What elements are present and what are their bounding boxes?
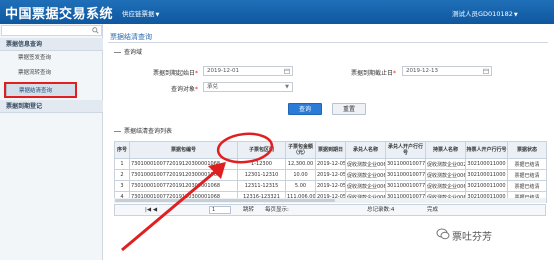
nav-group-maturity-register[interactable]: 票据到期登记 — [0, 100, 103, 113]
pager-nav-buttons[interactable]: |◀ ◀ — [145, 205, 157, 215]
top-header: 中国票据交易系统 供应链票据▼ 测试人员GD010182▼ — [0, 0, 554, 24]
table-cell: 促收测款企业006 — [425, 169, 466, 181]
page-title: 票据结清查询 — [110, 33, 152, 41]
nav-item-issue-query[interactable]: 票据签发查询 — [0, 51, 103, 65]
page-number-input[interactable]: 1 — [209, 206, 231, 214]
page-size-label: 每页显示: — [265, 207, 289, 213]
query-section-label: 查询域 — [124, 49, 143, 56]
table-cell: 301100010077 — [385, 180, 426, 192]
end-date-input[interactable]: 2019-12-13 — [402, 66, 492, 76]
table-cell: 302100011000 — [465, 169, 508, 181]
table-cell: 票据已结清 — [507, 169, 547, 181]
table-cell: 7301000100772019120300001068 — [129, 169, 238, 181]
scrollbar-thumb[interactable] — [115, 199, 335, 202]
table-cell: 促收测款企业006 — [345, 158, 386, 170]
table-cell: 促收测款企业002 — [425, 158, 466, 170]
column-header[interactable]: 票据到期日 — [315, 141, 346, 159]
sidebar-highlight-box — [4, 82, 77, 98]
caret-down-icon: ▼ — [155, 12, 160, 18]
start-date-value: 2019-12-01 — [207, 68, 239, 74]
table-cell: 7301000100772019120300001068 — [129, 158, 238, 170]
nav-group-bill-info[interactable]: 票据信息查询 — [0, 38, 103, 51]
app-title: 中国票据交易系统 — [5, 7, 114, 22]
table-cell: 10.00 — [285, 169, 316, 181]
end-date-value: 2019-12-13 — [406, 68, 438, 74]
table-cell: 促收测款企业006 — [425, 180, 466, 192]
query-button[interactable]: 查询 — [288, 103, 322, 115]
caret-down-icon: ▼ — [513, 12, 518, 18]
jump-button[interactable]: 跳转 — [243, 205, 254, 215]
table-cell: 促收测款企业006 — [345, 180, 386, 192]
calendar-icon[interactable] — [284, 68, 290, 74]
table-header-row: 序号 票据包编号 子票包区间 子票包金额（元） 票据到期日 承兑人名称 承兑人开… — [114, 141, 547, 159]
table-cell: 票据已结清 — [507, 180, 547, 192]
table-cell: 12311-12315 — [237, 180, 286, 192]
table-row[interactable]: 2 7301000100772019120300001068 12301-123… — [114, 169, 547, 181]
table-cell: 2 — [114, 169, 130, 181]
result-section-title[interactable]: 票据结清查询列表 — [114, 126, 172, 135]
table-row[interactable]: 3 7301000100772019120300001068 12311-123… — [114, 180, 547, 192]
table-cell: 5.00 — [285, 180, 316, 192]
watermark-text: 票吐芬芳 — [452, 232, 492, 243]
table-cell: 301100010077 — [385, 169, 426, 181]
query-target-select[interactable]: 承兑 ▼ — [203, 82, 293, 92]
total-records: 总记录数:4 — [367, 207, 395, 213]
collapse-icon[interactable] — [114, 131, 121, 132]
horizontal-scrollbar[interactable] — [114, 198, 546, 203]
table-cell: 302100011000 — [465, 158, 508, 170]
column-header[interactable]: 子票包金额（元） — [285, 141, 316, 159]
table-cell: 票据已结清 — [507, 158, 547, 170]
collapse-icon[interactable] — [114, 52, 121, 53]
column-header[interactable]: 承兑人名称 — [345, 141, 386, 159]
table-cell: 2019-12-05 — [315, 169, 346, 181]
pagination-bar: |◀ ◀ 1 跳转 每页显示: 总记录数:4 完成 — [114, 204, 546, 216]
wechat-logo-icon — [436, 228, 450, 240]
column-header[interactable]: 承兑人开户行行号 — [385, 141, 426, 159]
sidebar: 票据信息查询 票据签发查询 票据流转查询 票据结清查询 票据到期登记 — [0, 24, 103, 260]
table-cell: 7301000100772019120300001068 — [129, 180, 238, 192]
result-section-label: 票据结清查询列表 — [124, 128, 173, 135]
chevron-down-icon: ▼ — [285, 84, 289, 90]
nav-item-transfer-query[interactable]: 票据流转查询 — [0, 66, 103, 80]
table-row[interactable]: 1 7301000100772019120300001068 1-12300 1… — [114, 158, 547, 170]
start-date-input[interactable]: 2019-12-01 — [203, 66, 293, 76]
end-date-label: 票据到期截止日* — [350, 70, 396, 77]
column-header[interactable]: 票据包编号 — [129, 141, 238, 159]
column-header[interactable]: 持票人名称 — [425, 141, 466, 159]
user-menu[interactable]: 测试人员GD010182▼ — [452, 8, 518, 18]
table-cell: 12301-12310 — [237, 169, 286, 181]
user-name: 测试人员GD010182 — [452, 10, 513, 18]
table-cell: 促收测款企业006 — [345, 169, 386, 181]
query-target-value: 承兑 — [207, 84, 219, 90]
status-done: 完成 — [427, 207, 439, 213]
search-icon[interactable] — [92, 27, 99, 34]
table-cell: 1-12300 — [237, 158, 286, 170]
system-menu[interactable]: 供应链票据▼ — [122, 8, 159, 18]
table-cell: 3 — [114, 180, 130, 192]
table-cell: 1 — [114, 158, 130, 170]
table-cell: 301100010077 — [385, 158, 426, 170]
table-cell: 2019-12-05 — [315, 158, 346, 170]
table-cell: 12,300.00 — [285, 158, 316, 170]
table-cell: 2019-12-05 — [315, 180, 346, 192]
calendar-icon[interactable] — [483, 68, 489, 74]
table-cell: 302100011000 — [465, 180, 508, 192]
sidebar-search-input[interactable] — [1, 25, 102, 36]
column-header[interactable]: 子票包区间 — [237, 141, 286, 159]
system-menu-label: 供应链票据 — [122, 10, 155, 18]
column-header[interactable]: 序号 — [114, 141, 130, 159]
divider — [108, 42, 548, 43]
reset-button[interactable]: 重置 — [332, 103, 366, 115]
column-header[interactable]: 持票人开户行行号 — [465, 141, 508, 159]
query-section-title[interactable]: 查询域 — [114, 47, 142, 56]
column-header[interactable]: 票据状态 — [507, 141, 547, 159]
query-target-label: 查询对象* — [170, 86, 198, 93]
start-date-label: 票据到期起始日* — [152, 70, 198, 77]
